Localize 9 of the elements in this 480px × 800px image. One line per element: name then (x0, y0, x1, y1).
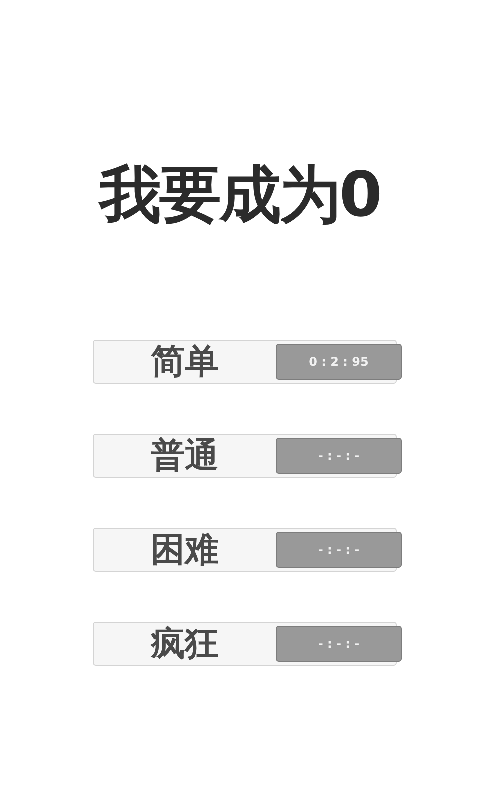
game-title: 我要成为0 (99, 160, 381, 230)
best-time-display: 0 : 2 : 95 (276, 344, 402, 380)
level-label: 疯狂 (150, 623, 220, 666)
best-time-display: - : - : - (276, 626, 402, 662)
best-time-display: - : - : - (276, 532, 402, 568)
level-label: 困难 (150, 529, 220, 572)
level-label: 普通 (150, 435, 220, 478)
level-label: 简单 (150, 341, 220, 384)
best-time-display: - : - : - (276, 438, 402, 474)
